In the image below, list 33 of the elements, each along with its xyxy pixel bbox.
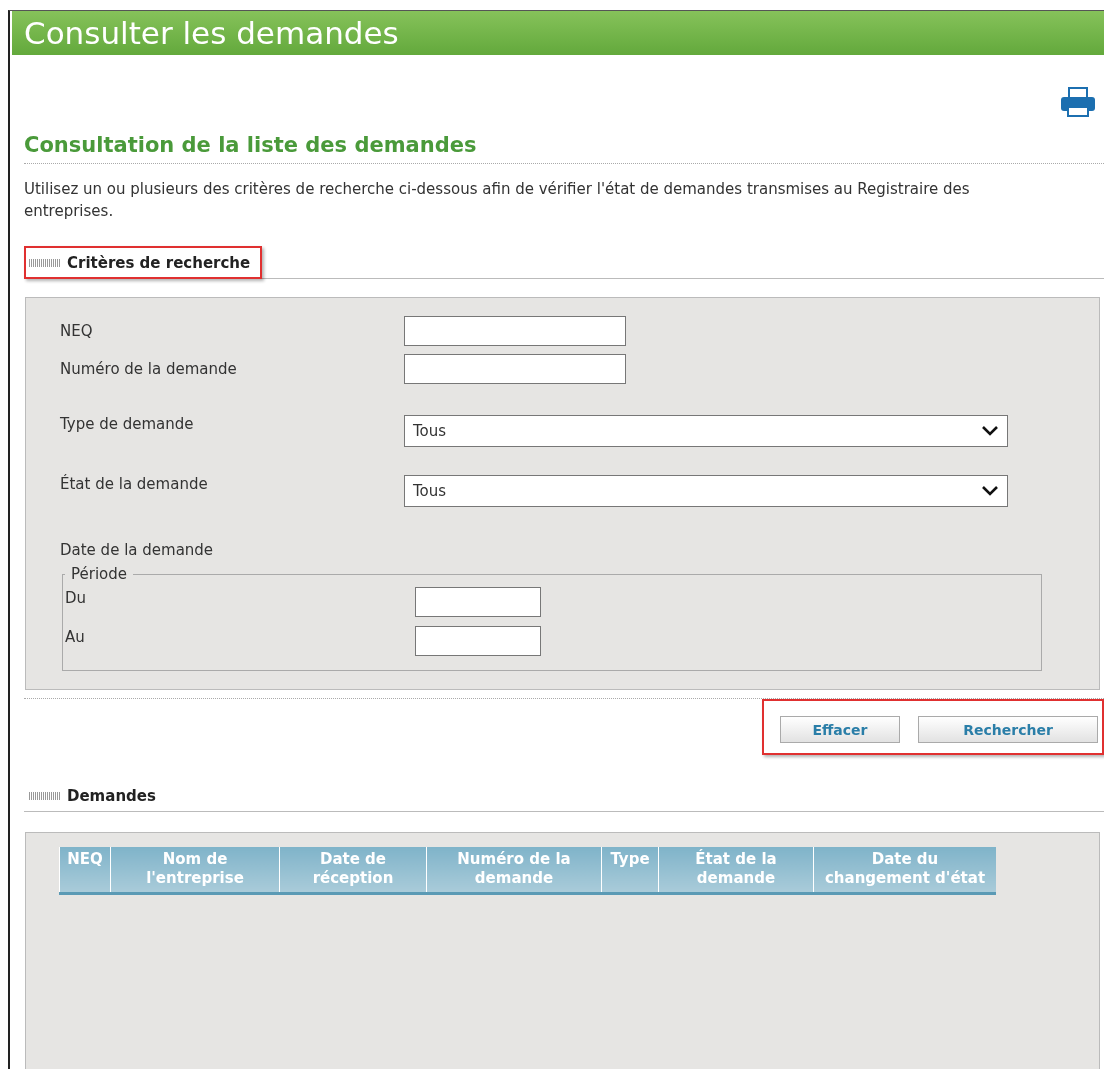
page-title: Consulter les demandes	[12, 11, 1104, 55]
intro-text: Utilisez un ou plusieurs des critères de recherche ci-dessous afin de vérifier l'état de demandes transmises au Registraire des entreprises.	[24, 179, 971, 222]
clear-button[interactable]: Effacer	[780, 716, 900, 743]
date-field[interactable]	[415, 587, 541, 617]
column-header: Nom de l'entreprise	[110, 847, 280, 894]
field-label: Au	[65, 627, 86, 646]
section-title: Demandes	[67, 787, 156, 805]
chevron-down-icon	[981, 425, 999, 437]
grip-icon	[29, 792, 61, 800]
column-header: Type	[601, 847, 659, 894]
input-field[interactable]	[404, 316, 626, 346]
grip-icon	[29, 259, 61, 267]
column-header: Date du changement d'état	[813, 847, 996, 894]
section-title: Critères de recherche	[67, 254, 251, 272]
chevron-down-icon	[981, 485, 999, 497]
field-label: Du	[65, 588, 88, 607]
group-legend: Période	[65, 565, 133, 583]
column-header: Date de réception	[279, 847, 427, 894]
section-heading: Consultation de la liste des demandes	[24, 133, 1104, 164]
column-header: NEQ	[59, 847, 111, 894]
input-field[interactable]	[404, 354, 626, 384]
field-label: Date de la demande	[60, 540, 215, 559]
search-button[interactable]: Rechercher	[918, 716, 1098, 743]
date-field[interactable]	[415, 626, 541, 656]
dropdown[interactable]: Tous	[404, 415, 1008, 447]
field-label: Type de demande	[60, 415, 195, 433]
field-label: État de la demande	[60, 475, 209, 493]
printer-icon[interactable]	[1060, 87, 1096, 117]
field-label: Numéro de la demande	[60, 359, 238, 378]
column-header: État de la demande	[658, 847, 814, 894]
column-header: Numéro de la demande	[426, 847, 602, 894]
field-label: NEQ	[60, 321, 94, 340]
dropdown[interactable]: Tous	[404, 475, 1008, 507]
